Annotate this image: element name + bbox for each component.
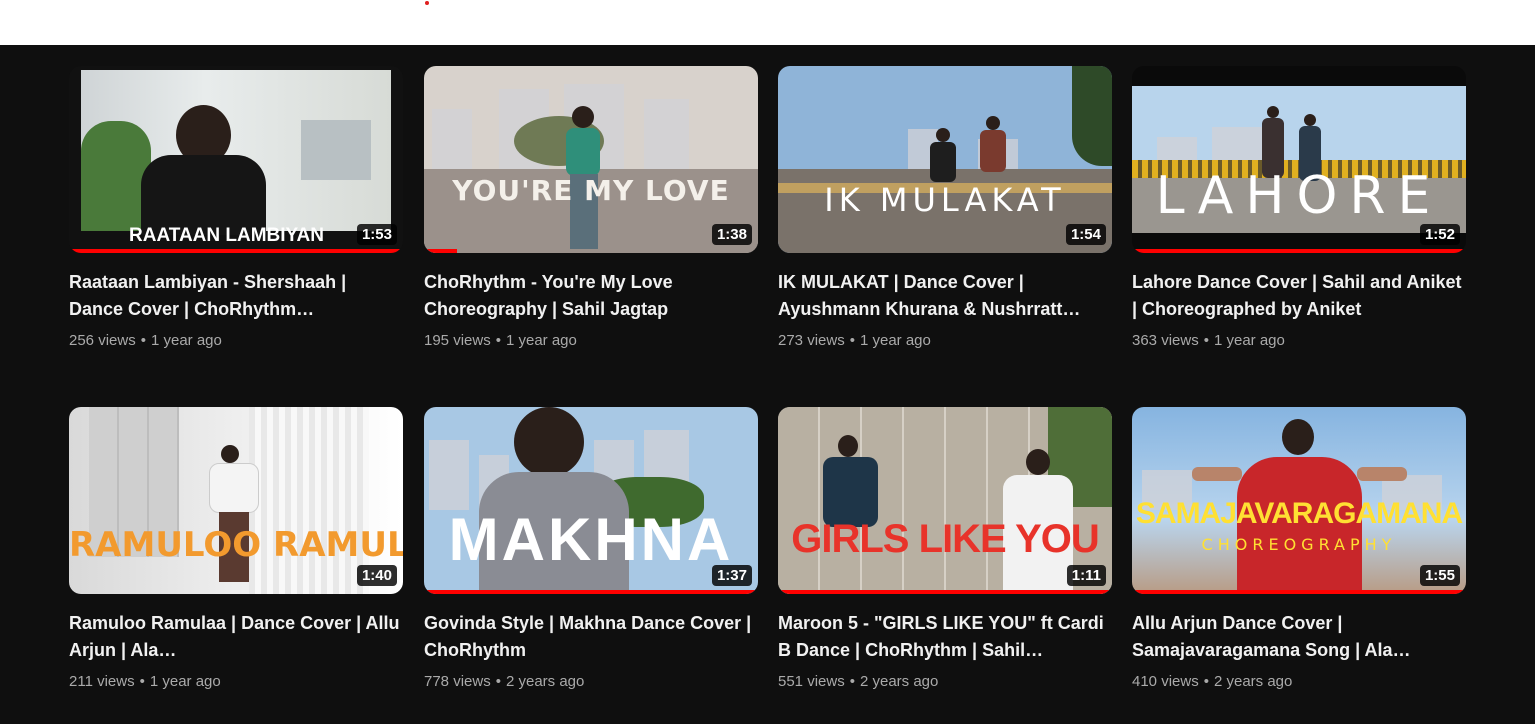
upload-age: 2 years ago [1213, 673, 1293, 690]
video-thumbnail[interactable]: IK MULAKAT 1:54 [778, 66, 1112, 253]
video-duration: 1:37 [711, 565, 752, 586]
upload-age: 2 years ago [859, 673, 939, 690]
video-meta: 211 views • 1 year ago [69, 672, 403, 692]
video-row: RAATAAN LAMBIYAN 1:53 Raataan Lambiyan -… [69, 66, 1466, 407]
video-card[interactable]: LAHORE 1:52 Lahore Dance Cover | Sahil a… [1132, 66, 1466, 351]
thumbnail-title-text: IK MULAKAT [824, 181, 1066, 219]
thumbnail-title-text: RAMULOO RAMULAA [69, 525, 403, 565]
watch-progress-bar [424, 249, 458, 253]
video-duration: 1:55 [1419, 565, 1460, 586]
watch-progress-bar [1132, 590, 1466, 594]
video-duration: 1:53 [356, 224, 397, 245]
upload-age: 1 year ago [1213, 332, 1285, 349]
video-thumbnail[interactable]: SAMAJAVARAGAMANA CHOREOGRAPHY 1:55 [1132, 407, 1466, 594]
loading-indicator [425, 1, 429, 5]
view-count: 256 views [69, 332, 136, 349]
watch-progress-bar [69, 249, 403, 253]
meta-separator: • [1203, 673, 1209, 690]
video-duration: 1:54 [1065, 224, 1106, 245]
thumbnail-title-text: GIRLS LIKE YOU [791, 517, 1100, 561]
video-card[interactable]: YOU'RE MY LOVE 1:38 ChoRhythm - You're M… [424, 66, 758, 351]
upload-age: 2 years ago [505, 673, 585, 690]
video-meta: 778 views • 2 years ago [424, 672, 758, 692]
view-count: 211 views [69, 673, 135, 690]
upload-age: 1 year ago [149, 673, 221, 690]
video-title[interactable]: ChoRhythm - You're My Love Choreography … [424, 269, 758, 323]
view-count: 273 views [778, 332, 845, 349]
video-thumbnail[interactable]: RAATAAN LAMBIYAN 1:53 [69, 66, 403, 253]
video-title[interactable]: Lahore Dance Cover | Sahil and Aniket | … [1132, 269, 1466, 323]
view-count: 195 views [424, 332, 491, 349]
watch-progress-bar [778, 590, 1112, 594]
video-thumbnail[interactable]: MAKHNA 1:37 [424, 407, 758, 594]
video-title[interactable]: Ramuloo Ramulaa | Dance Cover | Allu Arj… [69, 610, 403, 664]
video-meta: 273 views • 1 year ago [778, 331, 1112, 351]
meta-separator: • [139, 673, 145, 690]
video-duration: 1:52 [1419, 224, 1460, 245]
video-title[interactable]: Maroon 5 - "GIRLS LIKE YOU" ft Cardi B D… [778, 610, 1112, 664]
meta-separator: • [495, 673, 501, 690]
thumbnail-title-text: YOU'RE MY LOVE [452, 174, 730, 207]
view-count: 410 views [1132, 673, 1199, 690]
meta-separator: • [849, 332, 855, 349]
video-row: RAMULOO RAMULAA 1:40 Ramuloo Ramulaa | D… [69, 407, 1466, 724]
upload-age: 1 year ago [505, 332, 577, 349]
video-thumbnail[interactable]: GIRLS LIKE YOU 1:11 [778, 407, 1112, 594]
video-meta: 256 views • 1 year ago [69, 331, 403, 351]
video-thumbnail[interactable]: YOU'RE MY LOVE 1:38 [424, 66, 758, 253]
thumbnail-image [69, 407, 403, 594]
thumbnail-title-text: MAKHNA [448, 506, 734, 573]
video-meta: 410 views • 2 years ago [1132, 672, 1466, 692]
meta-separator: • [849, 673, 855, 690]
video-duration: 1:40 [356, 565, 397, 586]
video-card[interactable]: RAATAAN LAMBIYAN 1:53 Raataan Lambiyan -… [69, 66, 403, 351]
view-count: 778 views [424, 673, 491, 690]
video-card[interactable]: MAKHNA 1:37 Govinda Style | Makhna Dance… [424, 407, 758, 692]
watch-progress-bar [424, 590, 758, 594]
video-meta: 195 views • 1 year ago [424, 331, 758, 351]
video-meta: 551 views • 2 years ago [778, 672, 1112, 692]
video-grid: RAATAAN LAMBIYAN 1:53 Raataan Lambiyan -… [69, 66, 1466, 724]
video-thumbnail[interactable]: RAMULOO RAMULAA 1:40 [69, 407, 403, 594]
video-card[interactable]: RAMULOO RAMULAA 1:40 Ramuloo Ramulaa | D… [69, 407, 403, 692]
video-title[interactable]: Allu Arjun Dance Cover | Samajavaragaman… [1132, 610, 1466, 664]
meta-separator: • [140, 332, 146, 349]
watch-progress-bar [1132, 249, 1466, 253]
meta-separator: • [1203, 332, 1209, 349]
meta-separator: • [495, 332, 501, 349]
upload-age: 1 year ago [859, 332, 931, 349]
view-count: 551 views [778, 673, 845, 690]
thumbnail-image [81, 70, 391, 235]
upload-age: 1 year ago [150, 332, 222, 349]
video-meta: 363 views • 1 year ago [1132, 331, 1466, 351]
thumbnail-image [778, 407, 1112, 594]
video-thumbnail[interactable]: LAHORE 1:52 [1132, 66, 1466, 253]
video-card[interactable]: GIRLS LIKE YOU 1:11 Maroon 5 - "GIRLS LI… [778, 407, 1112, 692]
top-bar [0, 0, 1535, 45]
thumbnail-image [778, 66, 1112, 253]
thumbnail-subtitle-text: CHOREOGRAPHY [1201, 535, 1397, 554]
video-title[interactable]: Raataan Lambiyan - Shershaah | Dance Cov… [69, 269, 403, 323]
thumbnail-image [424, 66, 758, 253]
thumbnail-title-text: SAMAJAVARAGAMANA [1135, 497, 1463, 530]
video-title[interactable]: Govinda Style | Makhna Dance Cover | Cho… [424, 610, 758, 664]
video-title[interactable]: IK MULAKAT | Dance Cover | Ayushmann Khu… [778, 269, 1112, 323]
video-card[interactable]: IK MULAKAT 1:54 IK MULAKAT | Dance Cover… [778, 66, 1112, 351]
thumbnail-title-text: LAHORE [1155, 166, 1443, 226]
video-card[interactable]: SAMAJAVARAGAMANA CHOREOGRAPHY 1:55 Allu … [1132, 407, 1466, 692]
video-duration: 1:11 [1066, 565, 1106, 586]
view-count: 363 views [1132, 332, 1199, 349]
video-duration: 1:38 [711, 224, 752, 245]
